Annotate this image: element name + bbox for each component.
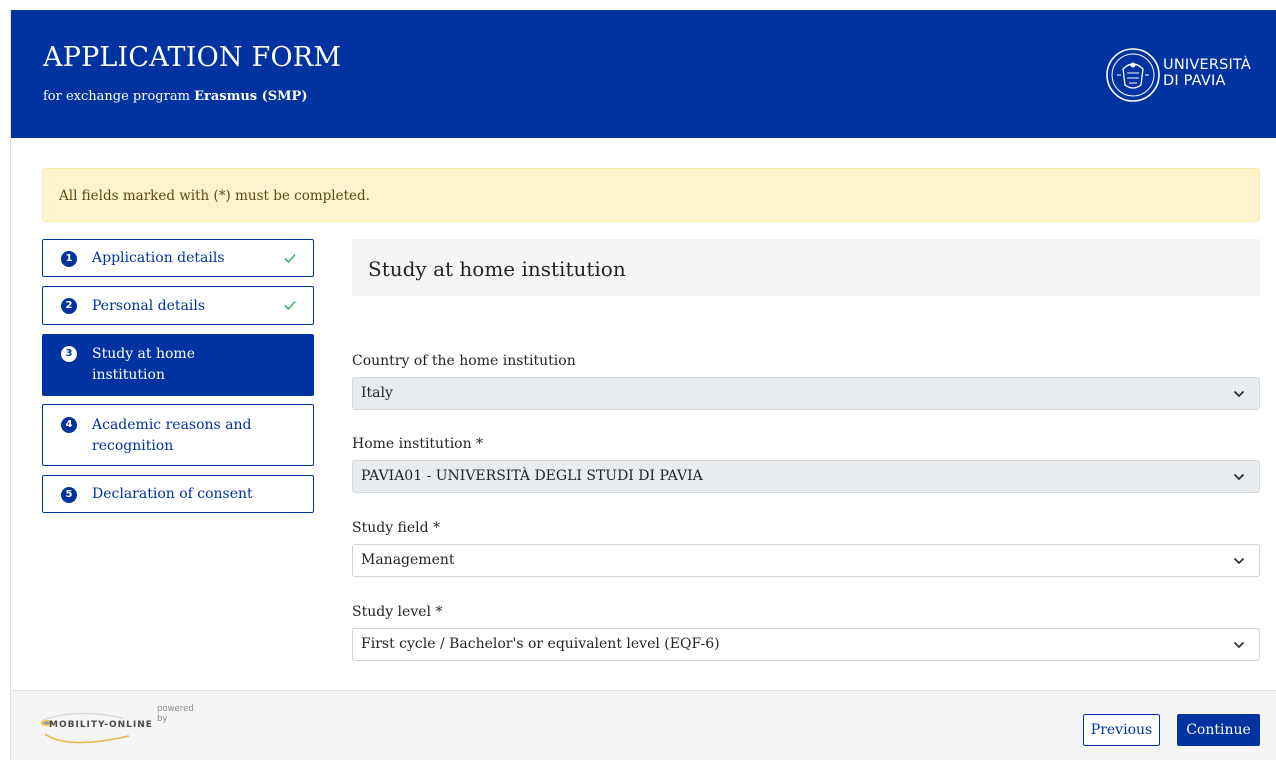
section-header: Study at home institution: [352, 239, 1260, 296]
chevron-down-icon: [1233, 390, 1245, 398]
step-label-line2: institution: [92, 367, 165, 383]
required-fields-notice: All fields marked with (*) must be compl…: [42, 168, 1260, 222]
check-icon: [284, 253, 296, 264]
home-institution-label: Home institution *: [352, 436, 484, 452]
step-number: 1: [61, 251, 77, 267]
university-name-line1: UNIVERSITÀ: [1163, 57, 1252, 73]
mobility-online-name: MOBILITY-ONLINE: [49, 720, 153, 730]
country-value: Italy: [361, 385, 393, 401]
chevron-down-icon: [1233, 473, 1245, 481]
step-label-line1: Academic reasons and: [92, 417, 252, 433]
step-personal-details[interactable]: 2 Personal details: [42, 286, 314, 325]
university-logo: UNIVERSITÀ DI PAVIA: [1105, 47, 1265, 103]
program-name: Erasmus (SMP): [194, 89, 308, 104]
step-academic-reasons[interactable]: 4 Academic reasons and recognition: [42, 404, 314, 466]
study-level-value: First cycle / Bachelor's or equivalent l…: [361, 636, 720, 652]
powered-by-text: powered by: [157, 704, 194, 724]
step-number: 5: [61, 487, 77, 503]
chevron-down-icon: [1233, 641, 1245, 649]
section-title: Study at home institution: [368, 257, 626, 281]
page-subtitle: for exchange program Erasmus (SMP): [43, 89, 307, 104]
step-number: 3: [61, 346, 77, 362]
study-level-label: Study level *: [352, 604, 443, 620]
chevron-down-icon: [1233, 557, 1245, 565]
subtitle-prefix: for exchange program: [43, 89, 190, 104]
step-label: Application details: [92, 250, 225, 266]
step-study-at-home-institution[interactable]: 3 Study at home institution: [42, 334, 314, 396]
university-name: UNIVERSITÀ DI PAVIA: [1163, 57, 1251, 89]
step-label-line2: recognition: [92, 438, 174, 454]
study-level-select[interactable]: First cycle / Bachelor's or equivalent l…: [352, 628, 1260, 661]
home-institution-value: PAVIA01 - UNIVERSITÀ DEGLI STUDI DI PAVI…: [361, 468, 703, 484]
previous-button[interactable]: Previous: [1083, 714, 1160, 746]
page-title: APPLICATION FORM: [43, 42, 342, 73]
step-label-line1: Study at home: [92, 346, 195, 362]
continue-button[interactable]: Continue: [1177, 714, 1260, 746]
step-label: Personal details: [92, 298, 206, 314]
university-name-line2: DI PAVIA: [1163, 73, 1226, 89]
country-select[interactable]: Italy: [352, 377, 1260, 410]
check-icon: [284, 300, 296, 311]
step-label: Declaration of consent: [92, 486, 253, 502]
step-number: 2: [61, 298, 77, 314]
university-seal-icon: [1106, 48, 1160, 102]
footer-bar: powered by MOBILITY-ONLINE Previous Cont…: [11, 690, 1276, 760]
study-field-select[interactable]: Management: [352, 544, 1260, 577]
application-page: APPLICATION FORM for exchange program Er…: [10, 10, 1276, 760]
home-institution-select[interactable]: PAVIA01 - UNIVERSITÀ DEGLI STUDI DI PAVI…: [352, 460, 1260, 493]
study-field-label: Study field *: [352, 520, 441, 536]
header-banner: APPLICATION FORM for exchange program Er…: [11, 10, 1276, 138]
study-field-value: Management: [361, 552, 455, 568]
step-number: 4: [61, 417, 77, 433]
country-label: Country of the home institution: [352, 353, 576, 369]
mobility-online-logo: powered by MOBILITY-ONLINE: [37, 704, 197, 749]
step-application-details[interactable]: 1 Application details: [42, 239, 314, 277]
step-declaration-of-consent[interactable]: 5 Declaration of consent: [42, 475, 314, 513]
